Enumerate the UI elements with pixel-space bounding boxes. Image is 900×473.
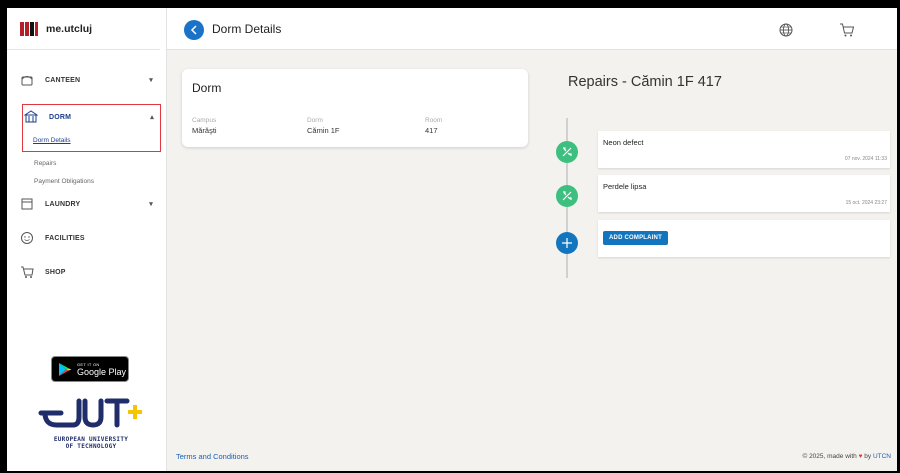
repair-title: Perdele lipsa bbox=[603, 182, 647, 191]
chevron-down-icon: ▾ bbox=[149, 201, 153, 208]
google-play-label: Google Play bbox=[77, 366, 127, 377]
dorm-card-title: Dorm bbox=[192, 81, 222, 95]
dorm-building-icon bbox=[23, 109, 39, 125]
field-label: Room bbox=[425, 117, 443, 124]
field-value: 417 bbox=[425, 126, 438, 135]
footer-copyright: © 2025, made with ♥ by UTCN bbox=[802, 453, 891, 460]
chevron-left-icon bbox=[190, 25, 197, 35]
eut-caption-line2: OF TECHNOLOGY bbox=[65, 443, 117, 450]
sidebar-subitem-dorm-details[interactable]: Dorm Details bbox=[23, 129, 160, 151]
repair-title: Neon defect bbox=[603, 138, 644, 147]
sidebar-subitem-repairs[interactable]: Repairs bbox=[7, 152, 167, 174]
sidebar-item-facilities[interactable]: FACILITIES bbox=[7, 226, 167, 250]
tools-icon bbox=[562, 147, 572, 157]
tools-icon bbox=[562, 191, 572, 201]
sidebar-item-label: DORM bbox=[49, 113, 72, 121]
google-play-icon bbox=[59, 362, 72, 376]
top-bar: Dorm Details bbox=[167, 8, 897, 50]
terms-link[interactable]: Terms and Conditions bbox=[176, 452, 249, 461]
copyright-text: © 2025, made with bbox=[802, 453, 857, 460]
repairs-title: Repairs - Cămin 1F 417 bbox=[568, 74, 722, 90]
repair-status-node bbox=[556, 185, 578, 207]
chevron-up-icon: ▴ bbox=[150, 114, 154, 121]
sidebar-item-dorm[interactable]: DORM ▴ bbox=[23, 105, 160, 129]
eut-caption-line1: EUROPEAN UNIVERSITY bbox=[53, 436, 129, 443]
repair-date: 07 nov. 2024 11:33 bbox=[844, 156, 887, 162]
dorm-field: Dorm Cămin 1F bbox=[307, 117, 340, 135]
repair-date: 15 oct. 2024 23:27 bbox=[845, 200, 887, 206]
google-play-badge[interactable]: GET IT ON Google Play bbox=[51, 356, 129, 382]
sidebar-nav: CANTEEN ▾ DORM ▴ Dorm Details Repairs Pa… bbox=[7, 68, 167, 284]
add-node-button[interactable] bbox=[556, 232, 578, 254]
app-window: me.utcluj CANTEEN ▾ DORM ▴ Dorm Details bbox=[7, 8, 897, 471]
canteen-icon bbox=[19, 72, 35, 88]
by-text: by bbox=[864, 453, 872, 460]
sidebar-subitem-payment-obligations[interactable]: Payment Obligations bbox=[7, 174, 167, 188]
repair-status-node bbox=[556, 141, 578, 163]
brand-name: me.utcluj bbox=[46, 22, 93, 35]
add-complaint-card: ADD COMPLAINT bbox=[598, 220, 890, 257]
laundry-icon bbox=[19, 196, 35, 212]
eut-logo[interactable]: EUROPEAN UNIVERSITY OF TECHNOLOGY bbox=[31, 391, 151, 450]
campus-field: Campus Mărăşti bbox=[192, 117, 217, 135]
sidebar: me.utcluj CANTEEN ▾ DORM ▴ Dorm Details bbox=[7, 8, 167, 471]
field-label: Campus bbox=[192, 117, 217, 124]
sidebar-item-shop[interactable]: SHOP bbox=[7, 260, 167, 284]
repair-item[interactable]: Perdele lipsa 15 oct. 2024 23:27 bbox=[598, 175, 890, 212]
utcluj-logo-icon bbox=[20, 21, 38, 36]
dorm-section: DORM ▴ Dorm Details bbox=[22, 104, 161, 152]
page-title: Dorm Details bbox=[212, 22, 282, 36]
plus-icon bbox=[562, 238, 572, 248]
room-field: Room 417 bbox=[425, 117, 442, 135]
sidebar-item-label: FACILITIES bbox=[45, 234, 85, 242]
brand[interactable]: me.utcluj bbox=[7, 8, 160, 50]
repair-item[interactable]: Neon defect 07 nov. 2024 11:33 bbox=[598, 131, 890, 168]
sidebar-item-laundry[interactable]: LAUNDRY ▾ bbox=[7, 192, 167, 216]
field-value: Mărăşti bbox=[192, 126, 217, 135]
sidebar-item-label: LAUNDRY bbox=[45, 200, 81, 208]
add-complaint-button[interactable]: ADD COMPLAINT bbox=[603, 231, 668, 245]
sidebar-item-label: CANTEEN bbox=[45, 76, 81, 84]
sidebar-item-canteen[interactable]: CANTEEN ▾ bbox=[7, 68, 167, 92]
field-label: Dorm bbox=[307, 117, 323, 124]
cart-icon bbox=[19, 264, 35, 280]
chevron-down-icon: ▾ bbox=[149, 77, 153, 84]
back-button[interactable] bbox=[184, 20, 204, 40]
eut-plus-logo-icon bbox=[38, 398, 142, 428]
facilities-icon bbox=[19, 230, 35, 246]
cart-icon[interactable] bbox=[839, 22, 855, 38]
sidebar-item-label: SHOP bbox=[45, 268, 66, 276]
utcn-link[interactable]: UTCN bbox=[873, 453, 891, 460]
dorm-info-card: Dorm Campus Mărăşti Dorm Cămin 1F Room 4… bbox=[182, 69, 528, 147]
globe-icon[interactable] bbox=[779, 23, 793, 37]
field-value: Cămin 1F bbox=[307, 126, 340, 135]
heart-icon: ♥ bbox=[858, 453, 863, 460]
